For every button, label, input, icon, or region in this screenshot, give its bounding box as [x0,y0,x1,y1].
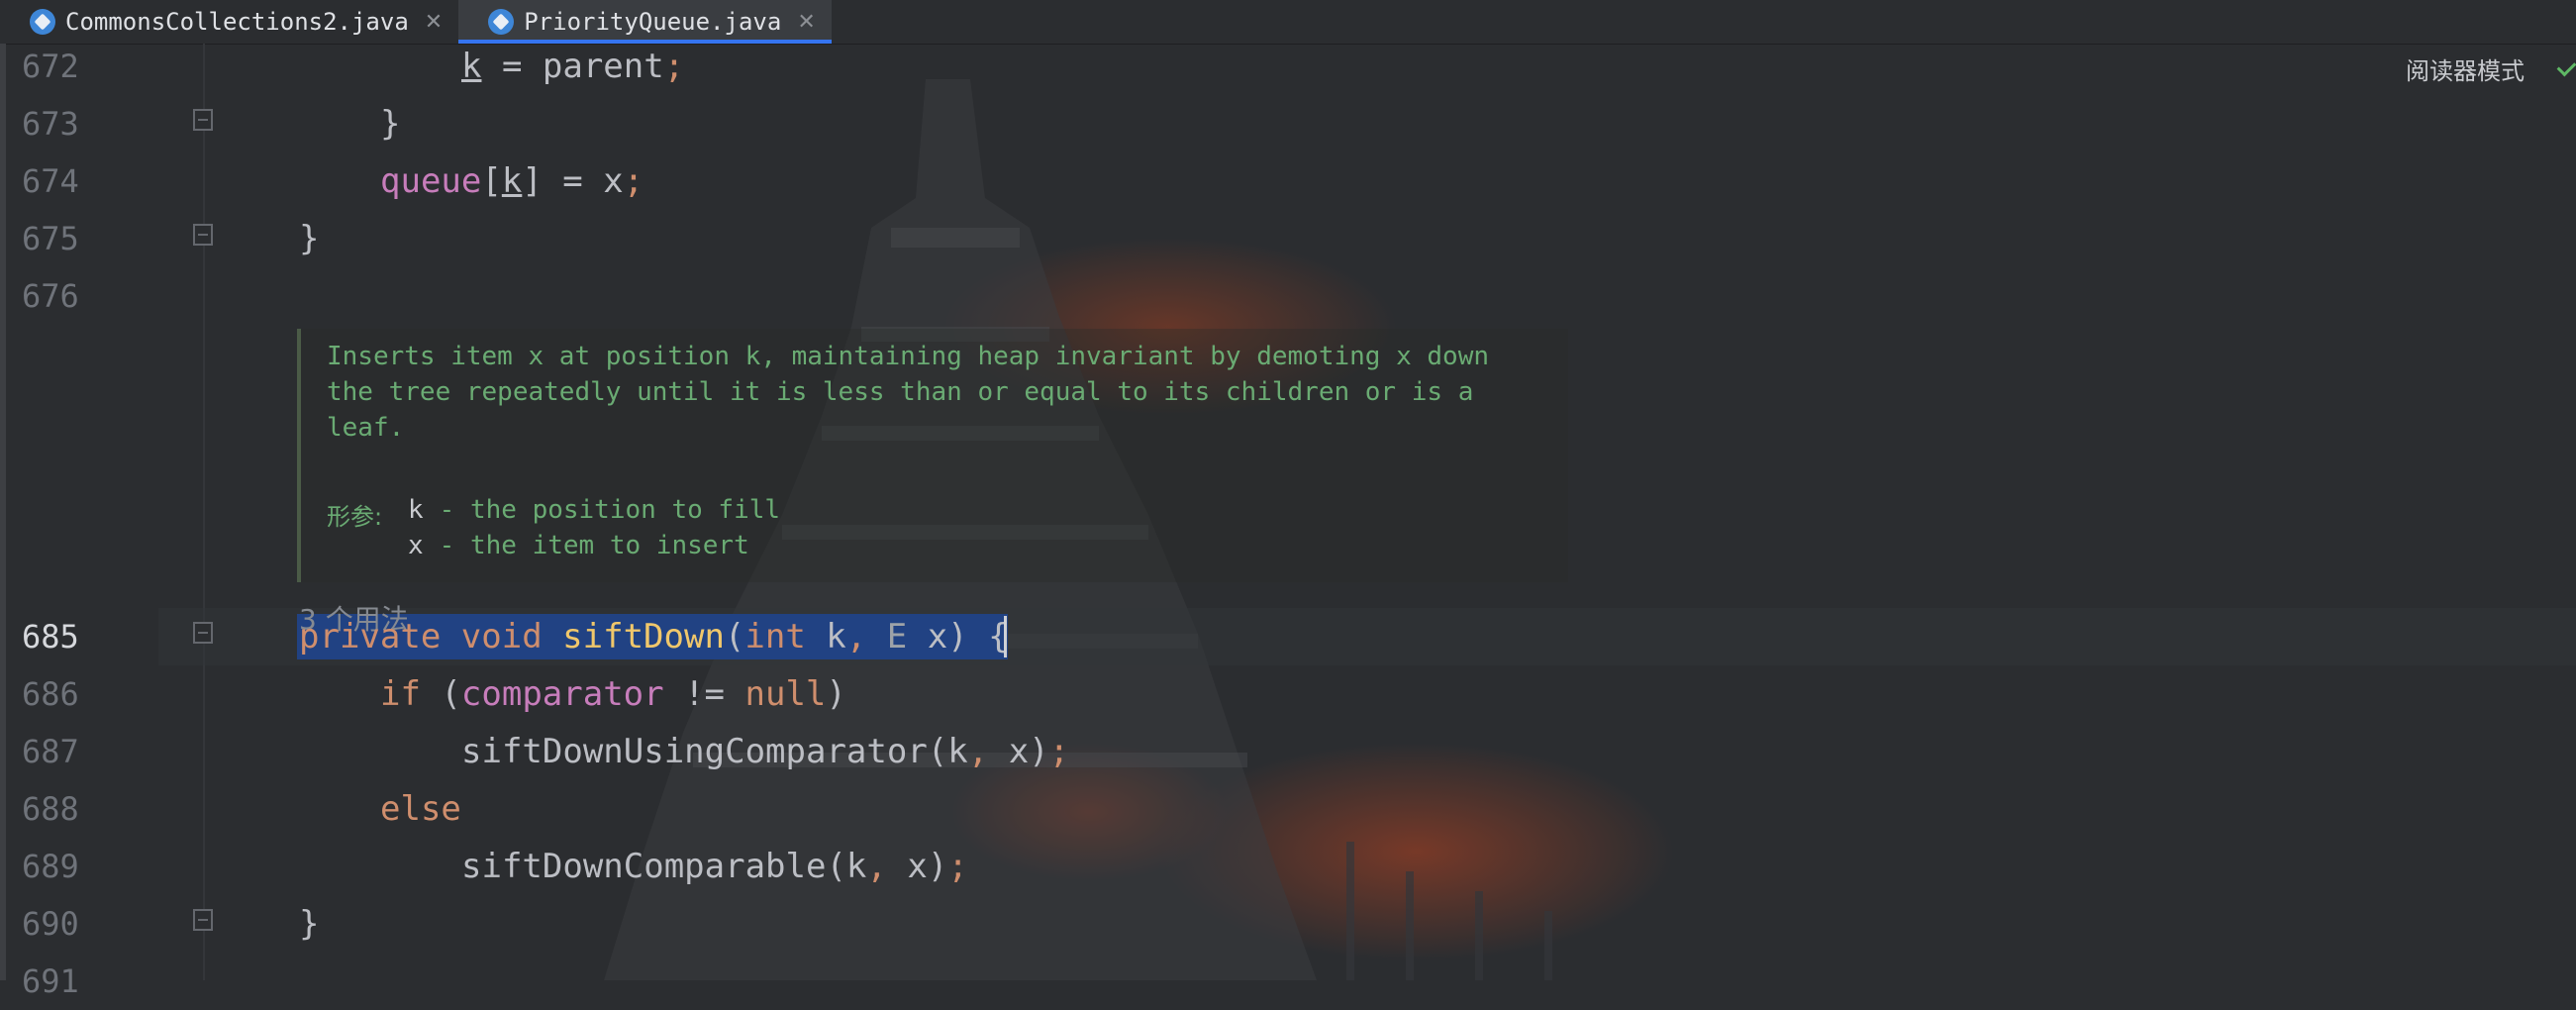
token: ( [420,674,461,714]
line-number: 673 [22,105,79,143]
token: ; [623,161,644,201]
token: ] = x [522,161,624,201]
code-line-686: if (comparator != null) [380,665,846,723]
token: x) { [907,617,1009,656]
close-icon[interactable]: ✕ [797,10,815,35]
fold-marker[interactable] [193,224,213,246]
token: null [744,674,827,714]
token: ; [1048,732,1070,771]
doc-param-desc: - the position to fill [424,495,781,525]
code-editor[interactable]: 672 673 674 675 676 685 686 687 688 689 … [0,44,2576,1000]
fold-marker[interactable] [193,622,213,644]
doc-line: leaf. [327,413,405,443]
token: comparator [460,674,664,714]
code-line-675: } [299,219,320,258]
token: , [866,847,887,886]
token: private [299,617,442,656]
check-icon [2556,56,2576,77]
line-number: 672 [22,48,79,85]
token: ; [663,47,685,86]
token: siftDown [562,617,725,656]
token: queue [380,161,482,201]
token: if [380,674,421,714]
token: E [866,617,908,656]
fold-marker[interactable] [193,909,213,931]
code-line-687: siftDownUsingComparator(k, x); [461,723,1069,780]
token: k [461,47,482,86]
token: ; [947,847,968,886]
token: ( [724,617,745,656]
tab-label: CommonsCollections2.java [65,8,409,36]
token: , [967,732,989,771]
code-line-673: } [380,104,401,144]
line-number: 688 [22,790,79,828]
code-line-688: else [380,780,461,838]
code-line-674: queue[k] = x; [380,152,644,210]
token: k [501,161,523,201]
token: int [744,617,806,656]
line-number: 676 [22,277,79,315]
token: , [845,617,867,656]
close-icon[interactable]: ✕ [425,10,443,35]
token: void [460,617,543,656]
token: x) [886,847,948,886]
line-number: 686 [22,675,79,713]
code-line-689: siftDownComparable(k, x); [461,838,968,895]
token: siftDownUsingComparator(k [461,732,968,771]
doc-param-name: x [408,531,424,560]
line-number: 689 [22,848,79,885]
java-class-icon [30,9,55,35]
doc-param-name: k [408,495,424,525]
doc-params-label: 形参: [327,503,383,531]
text-caret [1004,616,1007,657]
doc-param-desc: - the item to insert [424,531,749,560]
token: != [663,674,745,714]
line-number: 687 [22,733,79,770]
code-line-690: } [299,904,320,944]
editor-left-strip [0,44,6,980]
reader-mode-button[interactable]: 阅读器模式 [2406,51,2525,86]
line-number-current: 685 [22,618,79,656]
token: [ [481,161,502,201]
code-line-685: private void siftDown(int k, E x) { [299,608,1009,665]
doc-line: Inserts item x at position k, maintainin… [327,342,1489,371]
token: siftDownComparable(k [461,847,867,886]
fold-marker[interactable] [193,109,213,131]
token: = parent [481,47,664,86]
doc-line: the tree repeatedly until it is less tha… [327,377,1474,407]
fold-guide [203,44,205,980]
token: k [805,617,846,656]
token: else [380,789,461,829]
line-number: 674 [22,162,79,200]
line-number: 690 [22,905,79,943]
editor-tab-bar: CommonsCollections2.java ✕ PriorityQueue… [0,0,2576,45]
line-number: 691 [22,962,79,1000]
code-line-672: k = parent; [461,38,684,95]
java-class-icon [488,9,515,35]
tab-label: PriorityQueue.java [524,8,782,36]
line-number: 675 [22,220,79,257]
token: ) [826,674,846,714]
token: x) [988,732,1049,771]
